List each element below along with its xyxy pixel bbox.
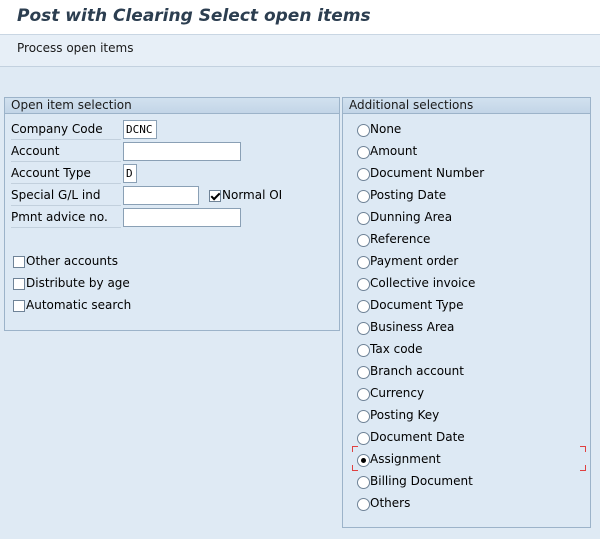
focus-corner-icon: [352, 465, 358, 471]
account-type-label: Account Type: [11, 164, 121, 184]
normal-oi-checkbox[interactable]: [209, 190, 221, 202]
radio-label-document-number: Document Number: [370, 166, 485, 180]
page-title: Post with Clearing Select open items: [17, 6, 371, 26]
radio-document-type[interactable]: [357, 300, 370, 313]
normal-oi-label: Normal OI: [222, 188, 283, 202]
account-input[interactable]: [123, 142, 241, 161]
radio-currency[interactable]: [357, 388, 370, 401]
radio-assignment[interactable]: [357, 454, 370, 467]
radio-billing-document[interactable]: [357, 476, 370, 489]
additional-selections-group: Additional selections None Amount Docume…: [342, 97, 591, 528]
special-gl-ind-input[interactable]: [123, 186, 199, 205]
radio-label-collective-invoice: Collective invoice: [370, 276, 476, 290]
other-accounts-label: Other accounts: [26, 254, 118, 268]
radio-dunning-area[interactable]: [357, 212, 370, 225]
radio-branch-account[interactable]: [357, 366, 370, 379]
radio-label-business-area: Business Area: [370, 320, 455, 334]
radio-collective-invoice[interactable]: [357, 278, 370, 291]
radio-label-payment-order: Payment order: [370, 254, 459, 268]
special-gl-ind-label: Special G/L ind: [11, 186, 121, 206]
process-open-items-button[interactable]: Process open items: [17, 41, 133, 55]
radio-label-billing-document: Billing Document: [370, 474, 473, 488]
pmnt-advice-no-input[interactable]: [123, 208, 241, 227]
radio-none[interactable]: [357, 124, 370, 137]
focus-corner-icon: [580, 465, 586, 471]
radio-label-reference: Reference: [370, 232, 431, 246]
radio-label-dunning-area: Dunning Area: [370, 210, 453, 224]
radio-others[interactable]: [357, 498, 370, 511]
radio-label-others: Others: [370, 496, 411, 510]
radio-label-none: None: [370, 122, 402, 136]
radio-posting-date[interactable]: [357, 190, 370, 203]
radio-reference[interactable]: [357, 234, 370, 247]
radio-label-branch-account: Branch account: [370, 364, 464, 378]
radio-label-amount: Amount: [370, 144, 418, 158]
distribute-by-age-label: Distribute by age: [26, 276, 130, 290]
radio-business-area[interactable]: [357, 322, 370, 335]
radio-amount[interactable]: [357, 146, 370, 159]
application-toolbar: Process open items: [0, 35, 600, 67]
company-code-label: Company Code: [11, 120, 121, 140]
radio-document-number[interactable]: [357, 168, 370, 181]
focus-corner-icon: [580, 446, 586, 452]
open-item-selection-group: Open item selection Company Code DCNC Ac…: [4, 97, 340, 331]
radio-label-tax-code: Tax code: [370, 342, 423, 356]
radio-label-posting-key: Posting Key: [370, 408, 440, 422]
radio-label-currency: Currency: [370, 386, 425, 400]
radio-tax-code[interactable]: [357, 344, 370, 357]
focus-corner-icon: [352, 446, 358, 452]
additional-selections-title: Additional selections: [343, 98, 590, 114]
radio-label-document-date: Document Date: [370, 430, 465, 444]
distribute-by-age-checkbox[interactable]: [13, 278, 25, 290]
open-item-selection-title: Open item selection: [5, 98, 339, 114]
title-bar: Post with Clearing Select open items: [0, 0, 600, 35]
radio-label-assignment: Assignment: [370, 452, 441, 466]
account-type-input[interactable]: D: [123, 164, 137, 183]
radio-label-posting-date: Posting Date: [370, 188, 447, 202]
radio-document-date[interactable]: [357, 432, 370, 445]
radio-payment-order[interactable]: [357, 256, 370, 269]
radio-label-document-type: Document Type: [370, 298, 464, 312]
pmnt-advice-no-label: Pmnt advice no.: [11, 208, 121, 228]
company-code-input[interactable]: DCNC: [123, 120, 157, 139]
other-accounts-checkbox[interactable]: [13, 256, 25, 268]
automatic-search-checkbox[interactable]: [13, 300, 25, 312]
radio-posting-key[interactable]: [357, 410, 370, 423]
automatic-search-label: Automatic search: [26, 298, 132, 312]
account-label: Account: [11, 142, 121, 162]
